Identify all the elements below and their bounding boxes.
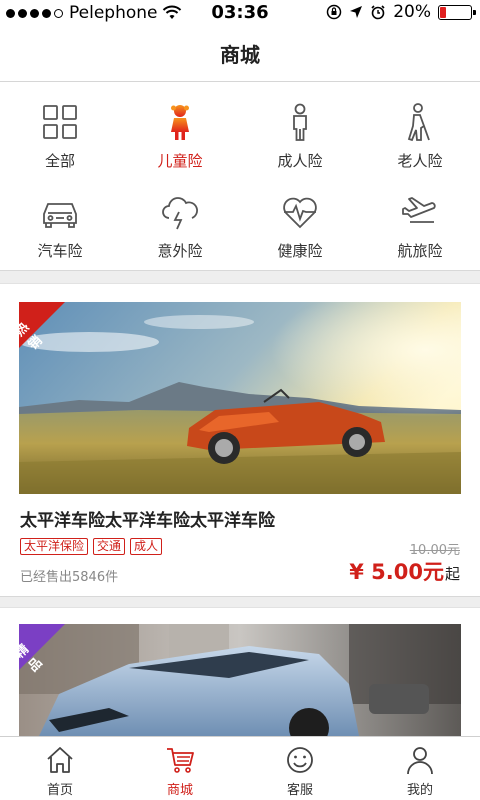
tab-label: 客服 — [286, 783, 313, 798]
tab-label: 我的 — [406, 783, 433, 798]
product-card[interactable]: 热销 太平洋车险太平洋车险太平洋车险 太平洋保险 交通 成人 10.00元 已经… — [0, 284, 480, 596]
car-icon — [43, 203, 77, 228]
battery-icon — [438, 4, 476, 20]
category-grid: 全部 儿童险 成人险 老人险 汽车险 意外险 健康险 航旅险 — [0, 82, 480, 270]
status-right: 20% — [326, 2, 476, 22]
category-label: 健康险 — [277, 242, 323, 260]
elderly-icon — [407, 103, 430, 142]
product-card[interactable]: 精品 — [0, 608, 480, 736]
category-label: 全部 — [44, 152, 75, 170]
product-image[interactable]: 精品 — [19, 624, 461, 736]
category-label: 航旅险 — [397, 242, 443, 260]
nav-bar: 商城 — [0, 26, 480, 82]
category-label: 意外险 — [157, 242, 203, 260]
current-price: ¥ 5.00元 — [349, 560, 444, 584]
location-icon — [350, 6, 363, 18]
category-label: 儿童险 — [157, 152, 203, 170]
category-travel[interactable]: 航旅险 — [360, 176, 480, 266]
sold-count: 已经售出5846件 — [20, 570, 119, 585]
category-label: 老人险 — [397, 152, 443, 170]
tab-service[interactable]: 客服 — [240, 737, 360, 800]
category-car[interactable]: 汽车险 — [0, 176, 120, 266]
home-icon — [47, 747, 73, 773]
airplane-icon — [402, 197, 436, 223]
product-image[interactable]: 热销 — [19, 302, 461, 494]
blue-sports-car-photo — [19, 624, 461, 736]
category-accident[interactable]: 意外险 — [120, 176, 240, 266]
orange-convertible-car-photo — [19, 302, 461, 494]
adult-icon — [293, 103, 307, 141]
grid-icon — [43, 105, 77, 139]
person-icon — [407, 747, 433, 775]
section-divider — [0, 596, 480, 608]
tab-profile[interactable]: 我的 — [360, 737, 480, 800]
child-icon — [171, 105, 189, 140]
section-divider — [0, 270, 480, 284]
product-title[interactable]: 太平洋车险太平洋车险太平洋车险 — [20, 506, 275, 531]
category-elderly[interactable]: 老人险 — [360, 86, 480, 176]
heart-pulse-icon — [283, 197, 317, 229]
tab-bar: 首页 商城 客服 我的 — [0, 736, 480, 800]
category-label: 成人险 — [277, 152, 323, 170]
product-tag: 太平洋保险 — [20, 538, 89, 555]
status-bar: Pelephone 03:36 20% — [0, 0, 480, 26]
category-all[interactable]: 全部 — [0, 86, 120, 176]
product-tag: 交通 — [93, 538, 126, 555]
tab-label: 商城 — [166, 783, 193, 798]
price-line: ¥ 5.00元 起 — [349, 556, 460, 586]
battery-fill — [440, 6, 447, 18]
tab-label: 首页 — [46, 783, 73, 798]
rotation-lock-icon — [326, 4, 342, 20]
page-title: 商城 — [220, 43, 260, 67]
category-health[interactable]: 健康险 — [240, 176, 360, 266]
tab-home[interactable]: 首页 — [0, 737, 120, 800]
smile-icon — [287, 747, 313, 773]
battery-percent: 20% — [393, 2, 431, 22]
category-label: 汽车险 — [37, 242, 83, 260]
product-tag: 成人 — [130, 538, 163, 555]
price-suffix: 起 — [444, 565, 460, 583]
category-adult[interactable]: 成人险 — [240, 86, 360, 176]
storm-cloud-icon — [162, 197, 198, 230]
tab-mall[interactable]: 商城 — [120, 737, 240, 800]
cart-icon — [167, 748, 194, 773]
product-tags: 太平洋保险 交通 成人 — [20, 538, 163, 555]
category-children[interactable]: 儿童险 — [120, 86, 240, 176]
alarm-icon — [371, 5, 385, 20]
